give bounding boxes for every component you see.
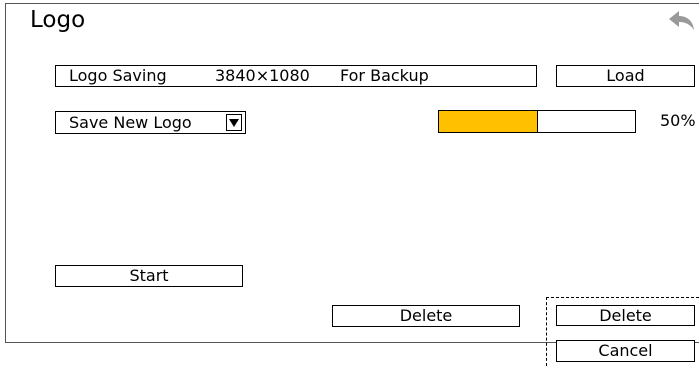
progress-percent: 50% — [660, 111, 696, 130]
side-delete-button[interactable]: Delete — [556, 305, 695, 326]
start-button[interactable]: Start — [55, 265, 243, 287]
progress-bar-fill — [439, 111, 538, 132]
dialog-frame — [5, 3, 699, 343]
page-title: Logo — [30, 7, 86, 33]
logo-purpose-text: For Backup — [340, 66, 429, 85]
back-arrow-icon[interactable] — [666, 8, 696, 34]
load-button[interactable]: Load — [556, 65, 695, 87]
progress-bar — [438, 110, 636, 133]
delete-button[interactable]: Delete — [332, 305, 520, 327]
logo-mode-text: Logo Saving — [69, 66, 167, 85]
logo-info-bar: Logo Saving 3840×1080 For Backup — [55, 65, 537, 87]
cancel-button[interactable]: Cancel — [556, 340, 695, 362]
logo-resolution-text: 3840×1080 — [215, 66, 310, 85]
logo-action-select[interactable]: Save New Logo — [55, 111, 246, 134]
dropdown-arrow-icon[interactable] — [226, 114, 242, 131]
logo-action-select-value: Save New Logo — [69, 113, 192, 132]
